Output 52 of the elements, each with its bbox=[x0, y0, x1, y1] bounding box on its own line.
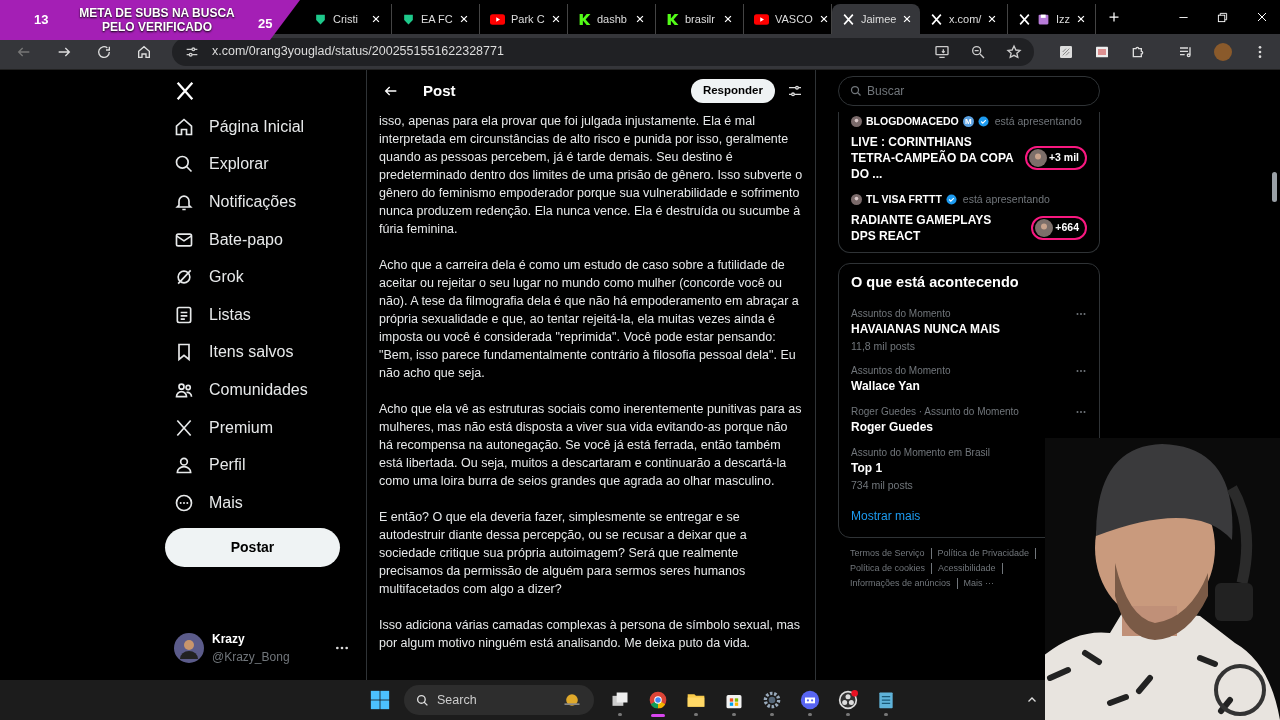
nav-item[interactable]: Bate-papo bbox=[165, 220, 295, 259]
account-name: Krazy bbox=[212, 631, 246, 648]
footer-link[interactable]: Política de Privacidade bbox=[937, 548, 1037, 560]
nav-item[interactable]: Premium bbox=[165, 408, 285, 447]
nav-item[interactable]: Itens salvos bbox=[165, 333, 306, 372]
section-title: O que está acontecendo bbox=[850, 272, 1020, 292]
trend-item[interactable]: Assuntos do Momento Wallace Yan bbox=[839, 364, 1099, 396]
account-switcher[interactable]: Krazy @Krazy_Bong bbox=[165, 630, 350, 666]
viewers-pill[interactable]: +3 mil bbox=[1024, 145, 1087, 170]
trend-item[interactable]: Roger Guedes · Assunto do Momento Roger Guedes bbox=[839, 405, 1099, 437]
live-title[interactable]: LIVE : CORINTHIANS TETRA-CAMPEÃO DA COPA DO ... bbox=[851, 133, 1016, 182]
nav-item[interactable]: Comunidades bbox=[165, 371, 320, 409]
footer-link[interactable]: Acessibilidade bbox=[938, 563, 1003, 575]
goal-count: 25 bbox=[258, 15, 273, 34]
live-status: está apresentando bbox=[994, 114, 1082, 129]
nav-item[interactable]: Notificações bbox=[165, 183, 309, 221]
post-paragraph: isso, apenas para ela provar que foi julgada injustamente. Ela é mal interpretada em circunstâncias de alto risco e punida por isso, geralmente quando as pessoas percebem, já é tarde demais. Seu destino é predeterminado dentro dos limites de uma prisão de gênero. Isso subverte o gênero do feminismo empoderador porque sua vulnerabilidade e sofrimento nunca produzem redenção. Ela nunca vence. Ela é destruída ou sucumbe à fúria feminina. bbox=[379, 113, 803, 238]
host-badge: M bbox=[962, 116, 974, 128]
goal-text: META DE SUBS NA BUSCA PELO VERIFICADO bbox=[78, 6, 236, 34]
post-paragraph: Acho que a carreira dela é como um estudo de caso sobre a futilidade de aceitar ou rejeitar o seu lugar no mundo como mulher (concorde você ou não). A tese da filmografia dela é que não há empoderamento em abraçar a própria sexualidade e que, ao tentar rejeitá-la, ela muitas vezes ainda é imposta ou você é considerada "reprimida". Você pode estar pensando: "Bem, isso parece fundamentalmente contrário à filosofia pessoal dela". Eu não acho que seja. bbox=[379, 257, 800, 382]
taskbar-search-field[interactable]: Search bbox=[404, 685, 594, 715]
live-title[interactable]: RADIANTE GAMEPLAYS DPS REACT bbox=[851, 211, 1016, 244]
host-name[interactable]: TL VISA FRTTT bbox=[866, 191, 942, 208]
trend-item[interactable]: Assunto do Momento em Brasil Top 1 734 mil posts bbox=[839, 446, 1002, 494]
taskbar-search-input[interactable]: Search bbox=[437, 690, 537, 710]
search-field[interactable]: Buscar bbox=[838, 76, 1100, 106]
viewers-pill[interactable]: +664 bbox=[1031, 215, 1087, 240]
host-name[interactable]: BLOGDOMACEDO bbox=[866, 114, 959, 130]
footer-link[interactable]: Termos de Serviço bbox=[850, 548, 932, 560]
nav-item[interactable]: Listas bbox=[165, 295, 263, 334]
url-text: x.com/0rang3youglad/status/2002551551622328771 bbox=[212, 43, 505, 61]
nav-item[interactable]: Mais bbox=[165, 483, 255, 522]
browser-tab[interactable]: Jaimee bbox=[832, 4, 920, 34]
address-bar[interactable]: x.com/0rang3youglad/status/2002551551622328771 bbox=[172, 37, 1034, 66]
page-title: Post bbox=[423, 80, 456, 101]
post-paragraph: Acho que ela vê as estruturas sociais como inerentemente punitivas para as mulheres, mas não está disposta a viver sua vida evitando-as porque não há recompensa na autonegação. Se você já está ferrada, então também está libertada. Ou seja, muitos a descartaram e continuarão a descartá-la como uma loira burra de seios grandes que agrada ao olhar masculino. bbox=[379, 401, 803, 490]
reply-button[interactable]: Responder bbox=[690, 79, 775, 103]
nav-item[interactable]: Página Inicial bbox=[165, 108, 317, 146]
trend-item[interactable]: Assuntos do Momento HAVAIANAS NUNCA MAIS 11,8 mil posts bbox=[839, 307, 1099, 355]
nav-item[interactable]: Grok bbox=[165, 258, 256, 296]
footer-link[interactable]: Informações de anúncios bbox=[850, 578, 958, 590]
footer-link[interactable]: Política de cookies bbox=[850, 563, 933, 575]
post-paragraph: Isso adiciona várias camadas complexas à persona de símbolo sexual, mas por algum motivo ninguém está analisando. Me deixa puto da vida. bbox=[379, 617, 802, 652]
post-paragraph: E então? O que ela deveria fazer, simplesmente se entregar e se autodestruir diante dessa percepção, ou se recusar a deixar que a sociedade critique sua própria autoimagem? Será que realmente precisamos da permissão de alguém para sermos seres humanos multifacetados com algo a dizer? bbox=[379, 509, 748, 598]
subs-count: 13 bbox=[34, 11, 50, 30]
show-more-link[interactable]: Mostrar mais bbox=[839, 507, 933, 526]
live-status: está apresentando bbox=[962, 191, 1050, 207]
post-button[interactable]: Postar bbox=[165, 527, 340, 567]
account-handle: @Krazy_Bong bbox=[212, 649, 290, 666]
nav-item[interactable]: Perfil bbox=[165, 446, 258, 484]
footer-link[interactable]: Mais ··· bbox=[963, 578, 1001, 590]
nav-item[interactable]: Explorar bbox=[165, 145, 281, 184]
